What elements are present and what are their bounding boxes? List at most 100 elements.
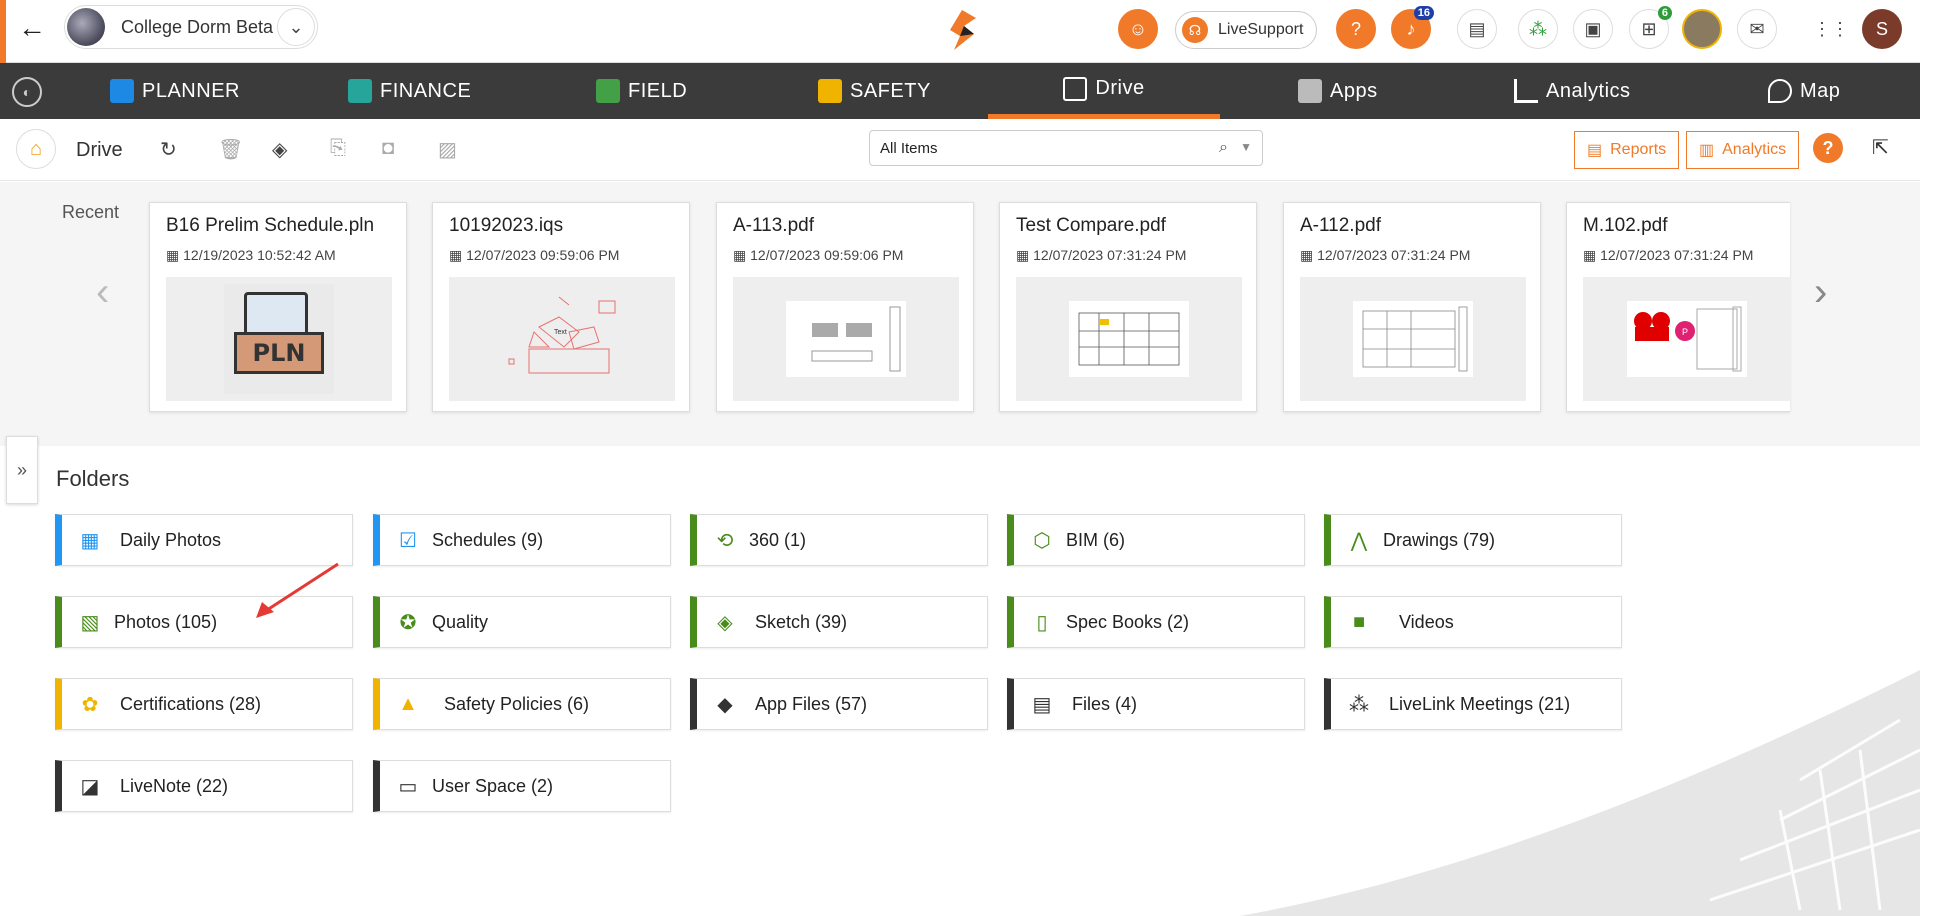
note-icon: ◪	[80, 775, 100, 798]
recent-card[interactable]: B16 Prelim Schedule.pln ▦ 12/19/2023 10:…	[149, 202, 407, 412]
tag-icon[interactable]: ◈	[272, 137, 287, 162]
recent-card[interactable]: M.102.pdf ▦ 12/07/2023 07:31:24 PM P	[1566, 202, 1791, 412]
search-input[interactable]: All Items ⌕ ▼	[869, 130, 1263, 166]
folder-safety-policies[interactable]: ▲ Safety Policies (6)	[373, 678, 671, 730]
notification-badge: 16	[1413, 6, 1434, 20]
reports-icon: ▤	[1587, 142, 1603, 159]
recent-card[interactable]: Test Compare.pdf ▦ 12/07/2023 07:31:24 P…	[999, 202, 1257, 412]
user-initial: S	[1875, 18, 1888, 39]
mascot-icon[interactable]: ☺	[1118, 9, 1158, 49]
chat-icon[interactable]: ✉	[1737, 9, 1777, 49]
drive-toolbar: ⌂ Drive ↻ 🗑 ◈ ⎘ ◘ ▨ All Items ⌕ ▼ ▤ Repor…	[0, 119, 1920, 181]
folder-daily-photos[interactable]: ▦ Daily Photos	[55, 514, 353, 566]
folder-label: Spec Books (2)	[1066, 611, 1190, 632]
calendar-icon: ▦	[1583, 247, 1601, 263]
recent-card[interactable]: A-113.pdf ▦ 12/07/2023 09:59:06 PM	[716, 202, 974, 412]
apps-grid-icon[interactable]: ⋮⋮	[1811, 9, 1851, 49]
folder-sketch[interactable]: ◈ Sketch (39)	[690, 596, 988, 648]
card-date-text: 12/07/2023 07:31:24 PM	[1033, 247, 1187, 263]
calendar-icon: ▦	[1016, 247, 1034, 263]
files-icon[interactable]: ▣	[1573, 9, 1613, 49]
document-icon[interactable]: ▤	[1457, 9, 1497, 49]
notifications-icon[interactable]: ♪ 16	[1391, 6, 1434, 49]
recent-card[interactable]: 10192023.iqs ▦ 12/07/2023 09:59:06 PM Te…	[432, 202, 690, 412]
search-value: All Items	[880, 139, 938, 157]
nav-analytics[interactable]: Analytics	[1514, 63, 1631, 119]
folder-spec-books[interactable]: ▯ Spec Books (2)	[1007, 596, 1305, 648]
card-date: ▦ 12/07/2023 07:31:24 PM	[1016, 247, 1186, 264]
cart-icon[interactable]: ⊞ 6	[1629, 6, 1672, 49]
analytics-button[interactable]: ▥ Analytics	[1686, 131, 1800, 169]
card-title: M.102.pdf	[1583, 215, 1668, 236]
nav-map[interactable]: Map	[1768, 63, 1840, 119]
refresh-icon[interactable]: ↻	[160, 137, 177, 162]
app-logo-icon[interactable]	[940, 8, 984, 52]
rotate-360-icon: ⟲	[716, 529, 734, 552]
external-link-icon[interactable]: ⇱	[1872, 135, 1889, 160]
folder-label: Photos (105)	[114, 611, 218, 632]
card-title: Test Compare.pdf	[1016, 215, 1166, 236]
folder-user-space[interactable]: ▭ User Space (2)	[373, 760, 671, 812]
network-icon[interactable]: ⁂	[1518, 9, 1558, 49]
folder-drawings[interactable]: ⋀ Drawings (79)	[1324, 514, 1622, 566]
project-avatar	[67, 8, 105, 46]
card-thumbnail: Text	[449, 277, 675, 401]
nav-field[interactable]: FIELD	[596, 63, 687, 119]
nav-home-icon[interactable]: ◐	[12, 77, 42, 107]
folder-schedules[interactable]: ☑ Schedules (9)	[373, 514, 671, 566]
planner-icon	[110, 79, 134, 103]
nav-drive[interactable]: Drive	[988, 63, 1220, 119]
sketch-icon: ◈	[717, 611, 733, 634]
drawing-thumbnail	[786, 301, 906, 377]
nav-apps[interactable]: Apps	[1298, 63, 1378, 119]
project-selector[interactable]: College Dorm Beta ⌄	[64, 5, 318, 49]
nav-finance[interactable]: FINANCE	[348, 63, 471, 119]
folder-bim[interactable]: ⬡ BIM (6)	[1007, 514, 1305, 566]
live-support-label: LiveSupport	[1218, 21, 1304, 38]
reports-button[interactable]: ▤ Reports	[1574, 131, 1680, 169]
folder-videos[interactable]: ■ Videos	[1324, 596, 1622, 648]
next-arrow-icon[interactable]: ›	[1814, 270, 1827, 315]
folder-certifications[interactable]: ✿ Certifications (28)	[55, 678, 353, 730]
prev-arrow-icon[interactable]: ‹	[96, 270, 109, 315]
folder-label: Quality	[432, 611, 489, 632]
profile-photo[interactable]	[1682, 9, 1722, 49]
sidebar-expand-icon[interactable]: »	[6, 436, 38, 504]
live-support-button[interactable]: ☊ LiveSupport	[1175, 11, 1317, 49]
trash-icon[interactable]: 🗑	[218, 137, 243, 162]
help-icon[interactable]: ?	[1813, 133, 1843, 163]
folder-label: Videos	[1399, 611, 1454, 632]
annotation-arrow-icon	[256, 562, 339, 618]
floorplan-thumbnail	[1069, 301, 1189, 377]
folder-app-files[interactable]: ◆ App Files (57)	[690, 678, 988, 730]
accent-strip	[0, 0, 6, 63]
back-arrow-icon[interactable]: ←	[18, 12, 46, 44]
user-avatar[interactable]: S	[1862, 9, 1902, 49]
card-date: ▦ 12/07/2023 09:59:06 PM	[733, 247, 903, 264]
folder-label: Drawings (79)	[1383, 529, 1496, 550]
nav-planner[interactable]: PLANNER	[110, 63, 240, 119]
copy-icon[interactable]: ⎘	[330, 137, 346, 160]
help-icon[interactable]: ?	[1336, 9, 1376, 49]
chevron-down-icon[interactable]: ⌄	[277, 8, 315, 46]
card-date: ▦ 12/07/2023 07:31:24 PM	[1583, 247, 1753, 264]
recent-card[interactable]: A-112.pdf ▦ 12/07/2023 07:31:24 PM	[1283, 202, 1541, 412]
folder-livenote[interactable]: ◪ LiveNote (22)	[55, 760, 353, 812]
folder-360[interactable]: ⟲ 360 (1)	[690, 514, 988, 566]
folder-label: App Files (57)	[755, 693, 868, 714]
card-date-text: 12/07/2023 07:31:24 PM	[1317, 247, 1471, 263]
search-icon[interactable]: ⌕	[1219, 139, 1228, 157]
home-icon[interactable]: ⌂	[16, 129, 56, 169]
card-date: ▦ 12/07/2023 07:31:24 PM	[1300, 247, 1470, 264]
camera-icon[interactable]: ◘	[382, 137, 394, 160]
lock-folder-icon[interactable]: ▨	[438, 137, 457, 162]
nav-safety[interactable]: SAFETY	[818, 63, 931, 119]
dropdown-caret-icon[interactable]: ▼	[1240, 140, 1252, 154]
nav-drive-label: Drive	[1095, 77, 1145, 99]
folder-quality[interactable]: ✪ Quality	[373, 596, 671, 648]
finance-icon	[348, 79, 372, 103]
folder-label: LiveNote (22)	[120, 775, 229, 796]
recent-section: Recent ‹ › B16 Prelim Schedule.pln ▦ 12/…	[0, 182, 1920, 446]
nav-planner-label: PLANNER	[142, 79, 240, 102]
calendar-check-icon: ☑	[399, 529, 417, 552]
